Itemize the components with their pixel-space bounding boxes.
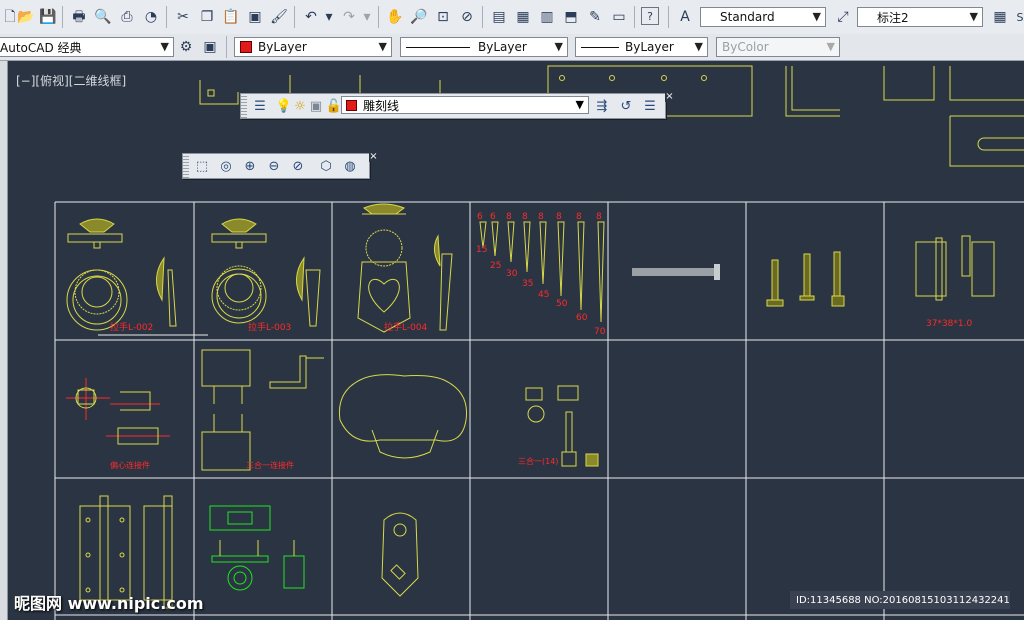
layer-toolbar: ☰ 💡 ☼ ▣ 🔓 雕刻线 ▼ ⇶ ↺ ☰ × (240, 92, 674, 119)
pull-handle-l002 (66, 218, 177, 331)
pull-handle-l003 (211, 218, 321, 327)
image-id-strip: ID:11345688 NO:20160815103112432241 (790, 591, 1010, 609)
keyhole-escutcheon (381, 512, 419, 597)
layer-previous-icon[interactable]: ↺ (617, 97, 635, 115)
layer-name: 雕刻线 (363, 98, 400, 113)
layer-color-swatch (346, 99, 357, 111)
screw-length: 15 (476, 245, 487, 255)
named-views-icon[interactable]: ⬚ (193, 157, 211, 175)
fasteners-front (766, 251, 845, 307)
3d-box-icon[interactable]: ⬡ (317, 157, 335, 175)
screw-size: 6 (477, 212, 483, 222)
part-grid (54, 201, 1024, 620)
wood-screws (479, 221, 605, 323)
screw-length: 35 (522, 279, 533, 289)
bolt-side-view (632, 264, 720, 280)
ornate-backplate (338, 374, 468, 459)
screw-length: 30 (506, 269, 518, 279)
close-icon[interactable]: × (369, 152, 378, 162)
screw-size: 8 (556, 212, 562, 222)
orbit-icon[interactable]: ◍ (341, 157, 359, 175)
part-label: 拉手L-003 (248, 321, 291, 333)
layer-states-icon[interactable]: ☰ (641, 97, 659, 115)
part-label: 37*38*1.0 (926, 319, 972, 329)
caster-wheel (209, 505, 305, 591)
close-icon[interactable]: × (665, 92, 674, 102)
part-label: 三合一连接件 (246, 460, 294, 470)
part-label: 拉手L-004 (384, 321, 428, 333)
three-in-one-connector (525, 385, 599, 467)
screw-size: 8 (538, 212, 544, 222)
chevron-down-icon: ▼ (575, 98, 584, 111)
layer-manager-icon[interactable]: ☰ (251, 97, 269, 115)
view-toolbar: ⬚ ◎ ⊕ ⊖ ⊘ ⬡ ◍ × (182, 152, 378, 179)
no-view-icon[interactable]: ⊘ (289, 157, 307, 175)
screw-size: 8 (576, 212, 582, 222)
top-view-icon[interactable]: ◎ (217, 157, 235, 175)
screw-length: 45 (538, 290, 549, 300)
top-partial-shape (199, 80, 239, 105)
watermark-logo: 昵图网 www.nipic.com (14, 594, 204, 613)
layer-select[interactable]: 雕刻线 ▼ (341, 96, 589, 114)
screw-size: 8 (522, 212, 528, 222)
make-current-icon[interactable]: ⇶ (593, 97, 611, 115)
part-label: 三合一(14) (518, 456, 558, 466)
screw-length: 70 (594, 327, 606, 337)
screw-size: 8 (596, 212, 602, 222)
pull-handle-l004 (357, 203, 453, 333)
part-label: 偏心连接件 (110, 460, 150, 470)
screw-length: 25 (490, 261, 501, 271)
add-view-icon[interactable]: ⊕ (241, 157, 259, 175)
screw-length: 60 (576, 313, 588, 323)
shelf-support (201, 349, 324, 471)
hinge-drawing (915, 235, 995, 301)
screw-size: 8 (506, 212, 512, 222)
remove-view-icon[interactable]: ⊖ (265, 157, 283, 175)
screw-size: 6 (490, 212, 496, 222)
layer-viewport-icon[interactable]: ▣ (307, 97, 325, 115)
screw-length: 50 (556, 299, 568, 309)
part-label: 拉手L-002 (110, 321, 153, 333)
